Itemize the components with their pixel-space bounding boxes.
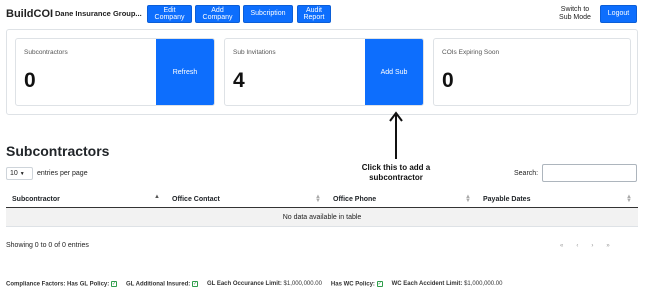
table-empty-row: No data available in table bbox=[6, 208, 638, 227]
stat-card-subcontractors: Subcontractors 0 Refresh bbox=[15, 38, 215, 106]
annotation-text: Click this to add a subcontractor bbox=[361, 163, 431, 182]
compliance-item: Has WC Policy: ✓ bbox=[330, 281, 383, 288]
subcontractors-table: Subcontractor ▲ Office Contact ▲ ▼ Office… bbox=[6, 191, 638, 227]
company-name: Dane Insurance Group... bbox=[55, 9, 142, 18]
switch-mode-link[interactable]: Switch to Sub Mode bbox=[553, 6, 597, 22]
checkbox-checked-icon: ✓ bbox=[376, 281, 383, 287]
edit-company-label: Edit Company bbox=[154, 6, 185, 22]
add-sub-button[interactable]: Add Sub bbox=[365, 39, 423, 105]
checkbox-checked-icon: ✓ bbox=[191, 281, 198, 287]
sort-icon: ▲ ▼ bbox=[315, 194, 321, 204]
column-label: Payable Dates bbox=[483, 195, 531, 203]
compliance-item: GL Each Occurance Limit: $1,000,000.00 bbox=[206, 281, 322, 287]
refresh-button[interactable]: Refresh bbox=[156, 39, 214, 105]
entries-label: entries per page bbox=[37, 170, 88, 177]
next-page-button[interactable]: › bbox=[591, 243, 593, 249]
page-title: Subcontractors bbox=[6, 143, 110, 159]
audit-report-label: Audit Report bbox=[303, 6, 325, 22]
entries-value: 10 bbox=[10, 170, 18, 177]
table-header: Subcontractor ▲ Office Contact ▲ ▼ Office… bbox=[6, 191, 638, 208]
column-header-subcontractor[interactable]: Subcontractor ▲ bbox=[6, 191, 166, 207]
stat-card-sub-invitations: Sub Invitations 4 Add Sub bbox=[224, 38, 424, 106]
checkbox-checked-icon: ✓ bbox=[110, 281, 117, 287]
column-label: Subcontractor bbox=[12, 195, 60, 203]
chevron-down-icon: ▼ bbox=[19, 170, 25, 177]
arrow-up-icon bbox=[389, 111, 403, 159]
stat-label: Subcontractors bbox=[24, 49, 68, 56]
add-company-label: Add Company bbox=[202, 6, 233, 22]
pagination: « ‹ › » bbox=[560, 243, 610, 249]
add-company-button[interactable]: Add Company bbox=[195, 5, 240, 23]
sort-icon: ▲ ▼ bbox=[465, 194, 471, 204]
subscription-button[interactable]: Subcription bbox=[243, 5, 293, 23]
compliance-item: WC Each Accident Limit: $1,000,000.00 bbox=[391, 281, 503, 287]
sort-icon: ▲ ▼ bbox=[626, 194, 632, 204]
compliance-factors: Compliance Factors: Has GL Policy: ✓ GL … bbox=[6, 281, 502, 288]
search-input[interactable] bbox=[542, 164, 637, 182]
audit-report-button[interactable]: Audit Report bbox=[297, 5, 331, 23]
stats-panel: Subcontractors 0 Refresh Sub Invitations… bbox=[6, 29, 638, 115]
stat-label: COIs Expiring Soon bbox=[442, 49, 500, 56]
table-info: Showing 0 to 0 of 0 entries bbox=[6, 242, 89, 249]
stat-value: 0 bbox=[442, 69, 454, 92]
stat-value: 0 bbox=[24, 69, 36, 92]
prev-page-button[interactable]: ‹ bbox=[576, 243, 578, 249]
compliance-item: Compliance Factors: Has GL Policy: ✓ bbox=[6, 281, 117, 288]
column-header-office-phone[interactable]: Office Phone ▲ ▼ bbox=[327, 191, 477, 207]
last-page-button[interactable]: » bbox=[606, 243, 609, 249]
column-header-office-contact[interactable]: Office Contact ▲ ▼ bbox=[166, 191, 327, 207]
edit-company-button[interactable]: Edit Company bbox=[147, 5, 192, 23]
entries-length-control: 10 ▼ entries per page bbox=[6, 167, 88, 180]
compliance-item: GL Additional Insured: ✓ bbox=[125, 281, 198, 288]
stat-value: 4 bbox=[233, 69, 245, 92]
column-label: Office Phone bbox=[333, 195, 377, 203]
column-header-payable-dates[interactable]: Payable Dates ▲ ▼ bbox=[477, 191, 638, 207]
search-label: Search: bbox=[514, 170, 539, 177]
column-label: Office Contact bbox=[172, 195, 220, 203]
entries-select[interactable]: 10 ▼ bbox=[6, 167, 33, 180]
brand-logo[interactable]: BuildCOI bbox=[6, 8, 53, 20]
logout-button[interactable]: Logout bbox=[600, 5, 637, 23]
sort-asc-icon: ▲ bbox=[154, 194, 160, 200]
stat-label: Sub Invitations bbox=[233, 49, 276, 56]
subscription-label: Subcription bbox=[250, 10, 286, 18]
stat-card-cois-expiring: COIs Expiring Soon 0 bbox=[433, 38, 631, 106]
first-page-button[interactable]: « bbox=[560, 243, 563, 249]
logout-label: Logout bbox=[607, 10, 630, 18]
